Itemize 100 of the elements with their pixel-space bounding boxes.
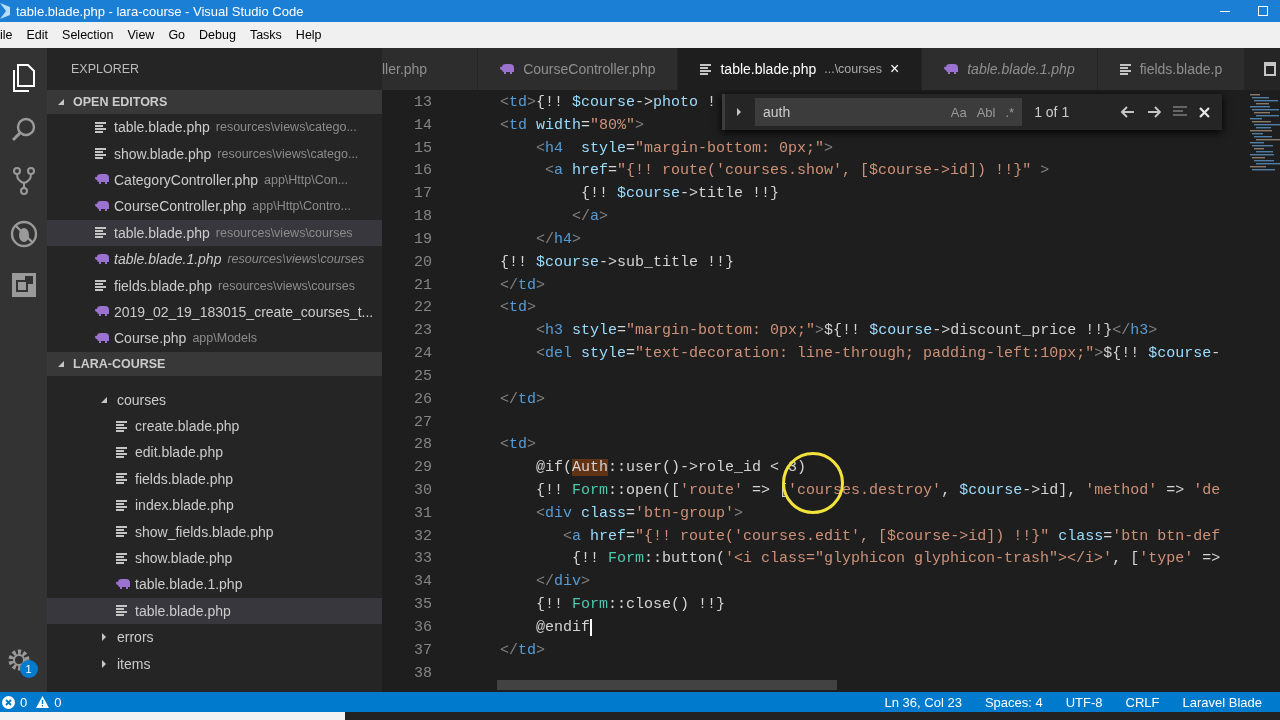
line-number: 18 bbox=[413, 208, 432, 226]
line-number: 34 bbox=[413, 573, 432, 591]
open-editor-item[interactable]: table.blade.1.php resources\views\courses bbox=[47, 245, 382, 273]
open-editor-item[interactable]: CourseController.php app\Http\Contro... bbox=[47, 193, 382, 220]
menu-item[interactable]: ile bbox=[0, 28, 20, 42]
open-editor-item[interactable]: fields.blade.php resources\views\courses bbox=[47, 272, 382, 299]
status-item[interactable]: Laravel Blade bbox=[1182, 694, 1262, 710]
file-item[interactable]: table.blade.php bbox=[47, 597, 382, 625]
split-editor-icon[interactable] bbox=[1264, 62, 1276, 76]
maximize-icon[interactable] bbox=[1258, 6, 1268, 16]
settings-icon[interactable] bbox=[6, 648, 31, 672]
file-item[interactable]: show.blade.php bbox=[47, 544, 382, 572]
editor-tab[interactable]: table.blade.php ...\courses × bbox=[678, 48, 923, 90]
open-editor-item[interactable]: 2019_02_19_183015_create_courses_t... bbox=[47, 298, 382, 326]
elephant-icon bbox=[95, 200, 110, 212]
file-item[interactable]: edit.blade.php bbox=[47, 439, 382, 466]
code-line: <td> bbox=[499, 436, 537, 454]
scrollbar[interactable] bbox=[497, 680, 837, 690]
file-item[interactable]: create.blade.php bbox=[47, 412, 382, 440]
menu-item[interactable]: Debug bbox=[192, 28, 243, 42]
file-item[interactable]: fields.blade.php bbox=[47, 465, 382, 493]
line-number: 31 bbox=[413, 504, 432, 522]
menu-item[interactable]: Help bbox=[288, 28, 329, 42]
collapsed-arrow-icon[interactable] bbox=[100, 659, 108, 668]
window-title: table.blade.php - lara-course - Visual Studio Code bbox=[16, 3, 304, 19]
line-number: 17 bbox=[413, 185, 432, 203]
folder-item[interactable]: errors bbox=[47, 624, 382, 651]
open-editor-item[interactable]: Course.php app\Models bbox=[47, 325, 382, 352]
line-number: 19 bbox=[413, 230, 432, 248]
menu-item[interactable]: Tasks bbox=[242, 28, 289, 42]
line-number: 29 bbox=[413, 459, 432, 477]
lines-icon bbox=[95, 280, 107, 292]
line-number: 28 bbox=[413, 436, 432, 454]
error-count[interactable]: 0 bbox=[20, 694, 28, 710]
lines-icon bbox=[95, 227, 107, 239]
app-icon bbox=[0, 3, 10, 19]
lines-icon bbox=[116, 526, 128, 538]
find-in-selection-icon[interactable] bbox=[1173, 106, 1188, 118]
line-number: 23 bbox=[413, 322, 432, 340]
search-field[interactable]: auth Aa Abl .* bbox=[755, 98, 1023, 126]
find-option-toggle[interactable]: Abl bbox=[976, 104, 996, 120]
expanded-arrow-icon[interactable] bbox=[100, 395, 108, 404]
line-number: 37 bbox=[413, 641, 432, 659]
code-line: <h3 style="margin-bottom: 0px;">${!! $course->discount_price !!}</h3> bbox=[535, 322, 1158, 340]
line-number: 13 bbox=[413, 93, 432, 111]
editor-tab[interactable]: ller.php bbox=[382, 48, 479, 90]
line-number: 33 bbox=[413, 550, 432, 568]
line-number: 38 bbox=[413, 664, 432, 682]
elephant-icon bbox=[500, 63, 516, 75]
find-option-toggle[interactable]: .* bbox=[1005, 104, 1015, 120]
close-icon[interactable] bbox=[1199, 106, 1210, 118]
search-icon[interactable] bbox=[10, 116, 37, 142]
line-number: 30 bbox=[413, 482, 432, 499]
line-number: 35 bbox=[413, 596, 432, 614]
folder-item[interactable]: items bbox=[47, 650, 382, 677]
section-header[interactable]: OPEN EDITORS bbox=[47, 90, 382, 114]
status-item[interactable]: UTF-8 bbox=[1065, 694, 1103, 710]
open-editor-item[interactable]: table.blade.php resources\views\catego... bbox=[47, 114, 382, 141]
lines-icon bbox=[95, 148, 107, 160]
editor-tab[interactable]: CourseController.php bbox=[478, 48, 679, 90]
bug-icon[interactable] bbox=[9, 220, 38, 248]
status-item[interactable]: CRLF bbox=[1125, 694, 1160, 710]
sidebar-title: EXPLORER bbox=[71, 62, 140, 76]
code-line: {!! $course->title !!} bbox=[580, 185, 780, 203]
find-option-toggle[interactable]: Aa bbox=[950, 104, 967, 120]
open-editor-item[interactable]: show.blade.php resources\views\catego... bbox=[47, 140, 382, 167]
next-match-icon[interactable] bbox=[1147, 106, 1162, 118]
match-count: 1 of 1 bbox=[1034, 104, 1070, 120]
warning-count[interactable]: 0 bbox=[54, 694, 62, 710]
section-header[interactable]: LARA-COURSE bbox=[47, 351, 382, 376]
collapsed-arrow-icon[interactable] bbox=[735, 108, 743, 116]
menu-item[interactable]: Go bbox=[161, 28, 193, 42]
code-line: </td> bbox=[499, 641, 546, 659]
editor-tab[interactable]: table.blade.1.php bbox=[922, 48, 1098, 90]
status-item[interactable]: Ln 36, Col 23 bbox=[884, 694, 962, 710]
menu-item[interactable]: View bbox=[120, 28, 162, 42]
lines-icon bbox=[116, 499, 128, 511]
open-editor-item[interactable]: table.blade.php resources\views\courses bbox=[47, 219, 382, 246]
extensions-icon[interactable] bbox=[10, 272, 37, 298]
collapsed-arrow-icon[interactable] bbox=[100, 633, 108, 642]
previous-match-icon[interactable] bbox=[1121, 106, 1136, 118]
file-item[interactable]: show_fields.blade.php bbox=[47, 518, 382, 545]
files-icon[interactable] bbox=[10, 64, 37, 92]
file-item[interactable]: index.blade.php bbox=[47, 492, 382, 519]
code-line: </td> bbox=[499, 276, 546, 294]
folder-item[interactable]: courses bbox=[47, 386, 382, 413]
file-item[interactable]: table.blade.1.php bbox=[47, 571, 382, 598]
code-line: {!! Form::button('<i class="glyphicon glyphicon-trash"></i>', ['type' => bbox=[571, 550, 1221, 568]
open-editor-item[interactable]: CategoryController.php app\Http\Con... bbox=[47, 166, 382, 194]
line-number: 36 bbox=[413, 618, 432, 636]
expanded-arrow-icon[interactable] bbox=[57, 98, 65, 106]
code-line: </div> bbox=[535, 573, 591, 591]
line-number: 26 bbox=[413, 390, 432, 408]
line-number: 24 bbox=[413, 345, 432, 362]
branch-icon[interactable] bbox=[11, 166, 36, 196]
menu-item[interactable]: Edit bbox=[19, 28, 56, 42]
menu-item[interactable]: Selection bbox=[55, 28, 121, 42]
status-item[interactable]: Spaces: 4 bbox=[984, 694, 1043, 710]
expanded-arrow-icon[interactable] bbox=[57, 359, 65, 368]
editor-tab[interactable]: fields.blade.p bbox=[1097, 48, 1246, 90]
